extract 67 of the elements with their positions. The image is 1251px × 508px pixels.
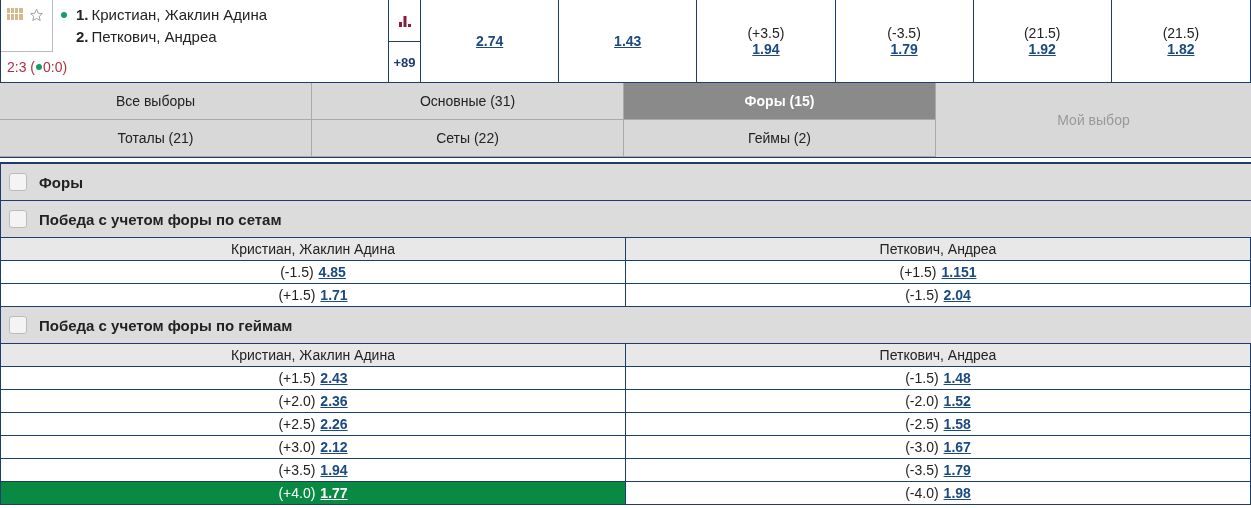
market-tab[interactable]: Все выборы <box>0 83 312 120</box>
line-value: (-2.5) <box>905 416 939 432</box>
set-score: 2:3 ( <box>7 59 35 75</box>
odds-link[interactable]: 1.92 <box>1028 41 1056 57</box>
bar-chart-icon <box>398 14 411 27</box>
line-value: (-4.0) <box>905 485 939 501</box>
odds-link[interactable]: 1.151 <box>941 264 977 280</box>
line-value: (+3.5) <box>747 25 785 41</box>
player-number: 2. <box>76 28 89 45</box>
star-icon[interactable] <box>29 8 44 22</box>
section-title: Победа с учетом форы по геймам <box>39 316 293 334</box>
checkbox[interactable] <box>9 210 27 228</box>
odds-link[interactable]: 1.94 <box>752 41 780 57</box>
odds-link[interactable]: 1.98 <box>943 485 971 501</box>
line-value: (-3.5) <box>905 462 939 478</box>
line-value: (-1.5) <box>905 370 939 386</box>
line-value: (+2.5) <box>278 416 316 432</box>
line-value: (-3.0) <box>905 439 939 455</box>
line-value: (+2.0) <box>278 393 316 409</box>
odds-link[interactable]: 1.79 <box>943 462 971 478</box>
odds-link[interactable]: 1.71 <box>320 287 348 303</box>
line-value: (+1.5) <box>899 264 937 280</box>
market-tab[interactable]: Основные (31) <box>312 83 624 120</box>
line-value: (-3.5) <box>887 25 921 41</box>
column-header: Петкович, Андреа <box>626 238 1251 261</box>
game-score: 0:0) <box>43 59 68 75</box>
section-title: Форы <box>39 173 83 191</box>
section-title: Победа с учетом форы по сетам <box>39 210 282 228</box>
odds-link[interactable]: 2.04 <box>943 287 971 303</box>
player-name: Петкович, Андреа <box>91 28 217 45</box>
line-value: (21.5) <box>1162 25 1200 41</box>
market-tab[interactable]: Геймы (2) <box>624 120 936 157</box>
odds-link[interactable]: 2.26 <box>320 416 348 432</box>
player-number: 1. <box>76 6 89 23</box>
odds-link[interactable]: 1.52 <box>943 393 971 409</box>
checkbox[interactable] <box>9 316 27 334</box>
odds-link[interactable]: 1.48 <box>943 370 971 386</box>
odds-link[interactable]: 1.82 <box>1167 41 1195 57</box>
odds-link[interactable]: 4.85 <box>318 264 346 280</box>
line-value: (+3.0) <box>278 439 316 455</box>
player-name: Кристиан, Жаклин Адина <box>91 6 268 23</box>
line-value: (-2.0) <box>905 393 939 409</box>
odds-link[interactable]: 1.58 <box>943 416 971 432</box>
grid-icon[interactable] <box>7 8 23 20</box>
market-tab[interactable]: Сеты (22) <box>312 120 624 157</box>
line-value: (-1.5) <box>280 264 314 280</box>
market-tab[interactable]: Тоталы (21) <box>0 120 312 157</box>
odds-link[interactable]: 1.67 <box>943 439 971 455</box>
odds-link[interactable]: 1.94 <box>320 462 348 478</box>
line-value: (+4.0) <box>278 485 316 501</box>
odds-link[interactable]: 1.43 <box>614 33 642 49</box>
line-value: (-1.5) <box>905 287 939 303</box>
checkbox[interactable] <box>9 173 27 191</box>
odds-link[interactable]: 1.79 <box>890 41 918 57</box>
odds-link[interactable]: 2.74 <box>475 33 504 49</box>
column-header: Кристиан, Жаклин Адина <box>1 238 626 261</box>
line-value: (+1.5) <box>278 370 316 386</box>
odds-link[interactable]: 2.12 <box>320 439 348 455</box>
column-header: Петкович, Андреа <box>626 344 1251 367</box>
odds-link[interactable]: 2.43 <box>320 370 348 386</box>
odds-link[interactable]: 2.36 <box>320 393 348 409</box>
line-value: (+1.5) <box>278 287 316 303</box>
odds-link[interactable]: 1.77 <box>320 485 348 501</box>
line-value: (21.5) <box>1023 25 1061 41</box>
column-header: Кристиан, Жаклин Адина <box>1 344 626 367</box>
serve-dot <box>36 64 42 70</box>
line-value: (+3.5) <box>278 462 316 478</box>
